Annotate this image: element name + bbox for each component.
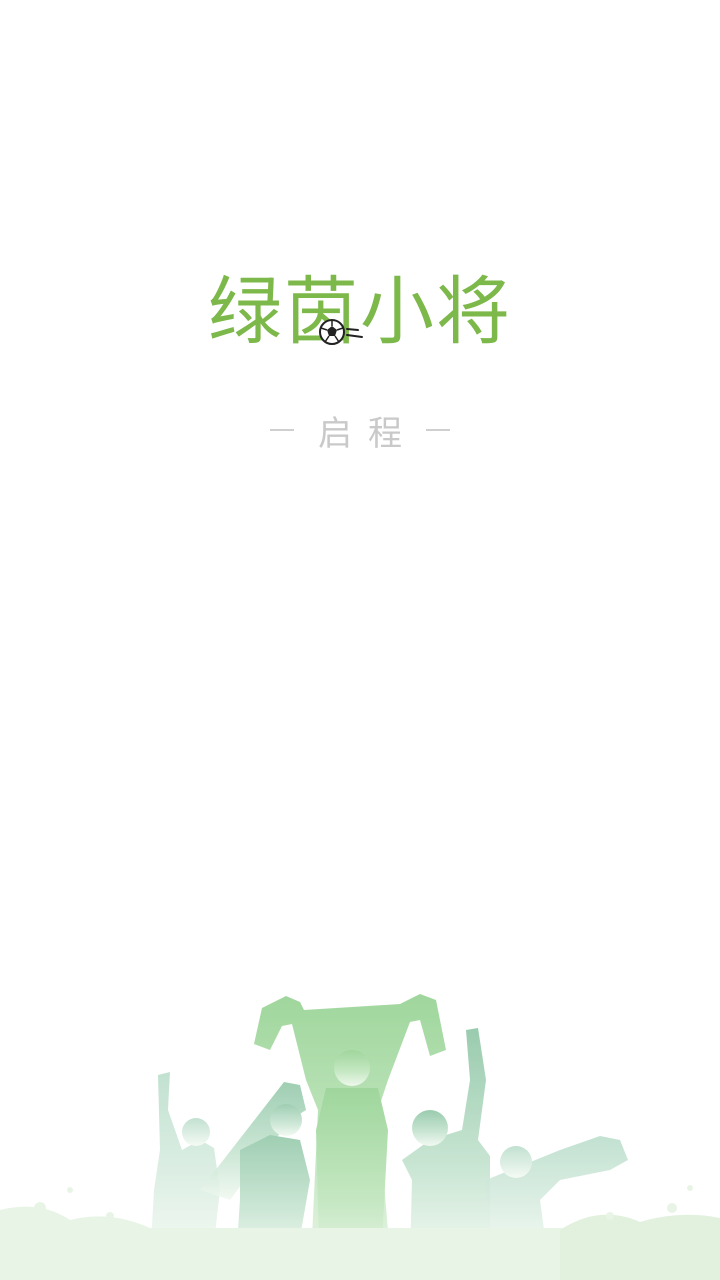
logo-char-1: 绿 <box>208 269 284 355</box>
tagline: 启程 <box>0 405 720 455</box>
tagline-dash-right <box>426 429 450 431</box>
logo-char-4: 将 <box>436 269 512 355</box>
splash-screen: 绿茵小将 启程 <box>0 0 720 1280</box>
fan-right <box>402 1028 490 1260</box>
tagline-text: 启程 <box>318 413 418 454</box>
logo-char-3: 小 <box>360 269 436 355</box>
soccer-ball-icon <box>318 317 366 347</box>
cheering-fans-illustration <box>0 960 720 1280</box>
tagline-dash-left <box>270 429 294 431</box>
